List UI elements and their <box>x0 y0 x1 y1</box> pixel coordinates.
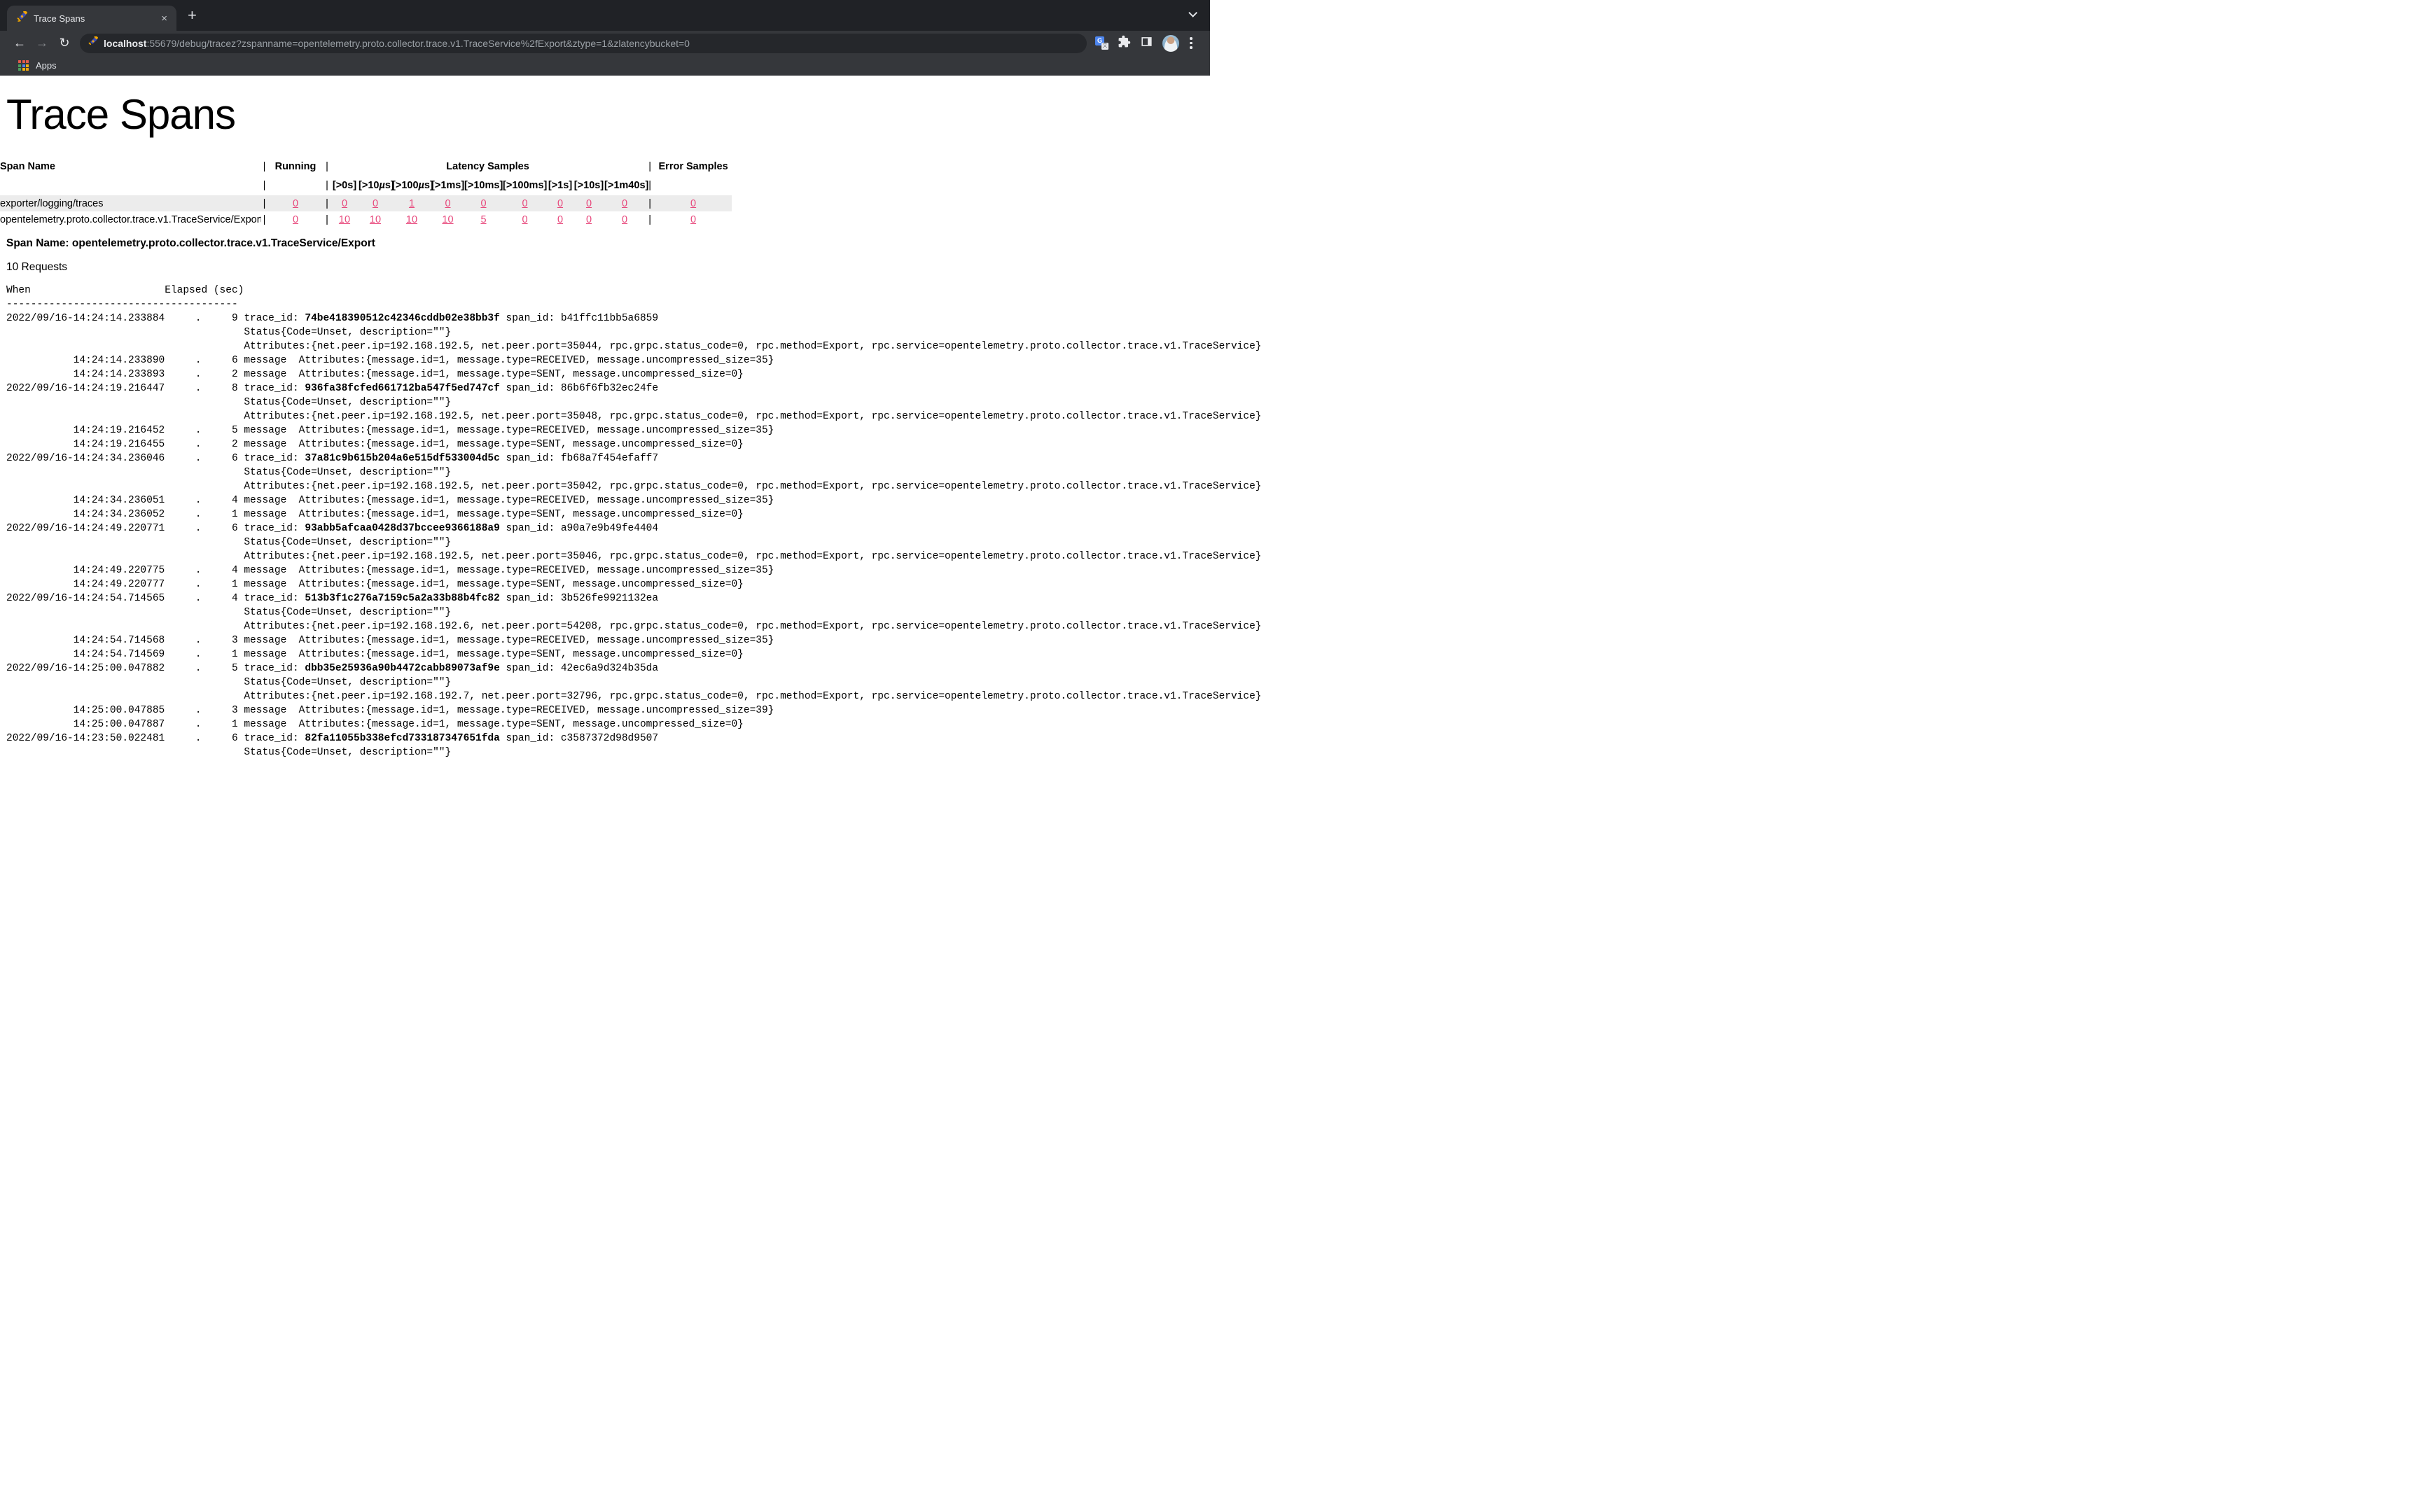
selected-span-name-line: Span Name: opentelemetry.proto.collector… <box>6 237 1210 250</box>
browser-toolbar: ← → ↻ localhost:55679/debug/tracez?zspan… <box>0 31 1210 55</box>
tracez-page: Trace Spans Span Name | Running | Latenc… <box>0 92 1210 760</box>
latency-bucket-label: [>1s] <box>547 176 573 195</box>
tab-close-icon[interactable]: × <box>159 13 169 24</box>
latency-sample-count-link[interactable]: 0 <box>342 198 347 209</box>
latency-sample-count-link[interactable]: 10 <box>339 214 350 225</box>
requests-log: When Elapsed (sec) ---------------------… <box>6 284 1210 760</box>
latency-sample-count-link[interactable]: 5 <box>480 214 486 225</box>
forward-button[interactable]: → <box>31 36 53 50</box>
column-separator: | <box>324 211 331 227</box>
new-tab-button[interactable]: + <box>188 6 197 24</box>
column-separator: | <box>261 176 267 195</box>
latency-sample-count-link[interactable]: 10 <box>406 214 417 225</box>
span-name-cell: exporter/logging/traces <box>0 195 261 211</box>
column-separator: | <box>261 195 267 211</box>
column-separator: | <box>324 158 331 176</box>
browser-window: { "browser": { "tab_title": "Trace Spans… <box>0 0 1210 756</box>
bookmark-apps[interactable]: Apps <box>36 60 57 71</box>
address-bar[interactable]: localhost:55679/debug/tracez?zspanname=o… <box>80 34 1087 53</box>
span-summary-row: exporter/logging/traces|0|001000000|0 <box>0 195 732 211</box>
trace-id-value: 74be418390512c42346cddb02e38bb3f <box>305 313 499 324</box>
latency-sample-count-link[interactable]: 0 <box>622 214 627 225</box>
latency-bucket-label: [>100ms] <box>503 176 547 195</box>
tab-search-chevron-icon[interactable] <box>1188 8 1197 18</box>
bookmarks-bar: Apps <box>0 55 1210 76</box>
opentelemetry-favicon-icon <box>17 11 27 25</box>
column-separator: | <box>645 195 655 211</box>
url-path: :55679/debug/tracez?zspanname=openteleme… <box>146 38 690 49</box>
browser-menu-icon[interactable] <box>1188 36 1194 50</box>
column-separator: | <box>645 211 655 227</box>
col-header-running: Running <box>267 158 324 176</box>
error-sample-count-link[interactable]: 0 <box>690 198 696 209</box>
latency-bucket-label: [>1m40s] <box>604 176 645 195</box>
trace-id-value: 82fa11055b338efcd733187347651fda <box>305 733 499 744</box>
url-text: localhost:55679/debug/tracez?zspanname=o… <box>104 38 690 49</box>
back-button[interactable]: ← <box>8 36 31 50</box>
page-title: Trace Spans <box>6 92 1210 136</box>
latency-bucket-label: [>0s] <box>331 176 359 195</box>
span-summary-row: opentelemetry.proto.collector.trace.v1.T… <box>0 211 732 227</box>
latency-sample-count-link[interactable]: 10 <box>370 214 381 225</box>
latency-bucket-header-row: ||[>0s][>10µs][>100µs][>1ms][>10ms][>100… <box>0 176 732 195</box>
column-separator: | <box>261 211 267 227</box>
latency-sample-count-link[interactable]: 0 <box>622 198 627 209</box>
trace-id-value: 936fa38fcfed661712ba547f5ed747cf <box>305 383 499 394</box>
profile-avatar[interactable] <box>1162 35 1179 52</box>
span-name-cell: opentelemetry.proto.collector.trace.v1.T… <box>0 211 261 227</box>
latency-bucket-label: [>10s] <box>573 176 604 195</box>
running-count-link[interactable]: 0 <box>293 214 298 225</box>
column-separator: | <box>324 176 331 195</box>
tab-strip: Trace Spans × + <box>0 0 1210 31</box>
latency-sample-count-link[interactable]: 0 <box>445 198 450 209</box>
extensions-puzzle-icon[interactable] <box>1118 35 1131 52</box>
latency-sample-count-link[interactable]: 0 <box>522 214 527 225</box>
col-header-latency-samples: Latency Samples <box>331 158 645 176</box>
error-sample-count-link[interactable]: 0 <box>690 214 696 225</box>
latency-sample-count-link[interactable]: 0 <box>586 214 592 225</box>
running-count-link[interactable]: 0 <box>293 198 298 209</box>
col-header-span-name: Span Name <box>0 158 261 176</box>
browser-tab[interactable]: Trace Spans × <box>7 6 176 31</box>
trace-id-value: dbb35e25936a90b4472cabb89073af9e <box>305 663 499 674</box>
column-separator: | <box>324 195 331 211</box>
col-header-error-samples: Error Samples <box>655 158 732 176</box>
apps-grid-icon <box>18 60 29 71</box>
summary-header-row: Span Name | Running | Latency Samples | … <box>0 158 732 176</box>
latency-bucket-label: [>10ms] <box>464 176 503 195</box>
latency-bucket-label: [>1ms] <box>431 176 464 195</box>
tab-title: Trace Spans <box>34 13 153 24</box>
url-host: localhost <box>104 38 146 49</box>
span-summary-table: Span Name | Running | Latency Samples | … <box>0 158 732 227</box>
latency-bucket-label: [>10µs] <box>359 176 392 195</box>
latency-sample-count-link[interactable]: 0 <box>373 198 378 209</box>
latency-bucket-label: [>100µs] <box>392 176 431 195</box>
trace-id-value: 513b3f1c276a7159c5a2a33b88b4fc82 <box>305 593 499 604</box>
latency-sample-count-link[interactable]: 0 <box>480 198 486 209</box>
translate-extension-icon[interactable]: G 文 <box>1095 36 1108 50</box>
trace-id-value: 37a81c9b615b204a6e515df533004d5c <box>305 453 499 464</box>
latency-sample-count-link[interactable]: 0 <box>557 198 563 209</box>
latency-sample-count-link[interactable]: 0 <box>557 214 563 225</box>
latency-sample-count-link[interactable]: 10 <box>442 214 453 225</box>
reload-button[interactable]: ↻ <box>53 36 76 50</box>
latency-sample-count-link[interactable]: 0 <box>586 198 592 209</box>
toolbar-actions: G 文 <box>1095 35 1194 52</box>
opentelemetry-favicon-icon <box>88 36 98 50</box>
trace-id-value: 93abb5afcaa0428d37bccee9366188a9 <box>305 523 499 534</box>
latency-sample-count-link[interactable]: 0 <box>522 198 527 209</box>
side-panel-icon[interactable] <box>1140 35 1153 52</box>
latency-sample-count-link[interactable]: 1 <box>409 198 415 209</box>
request-count-line: 10 Requests <box>6 261 1210 274</box>
column-separator: | <box>645 158 655 176</box>
column-separator: | <box>261 158 267 176</box>
